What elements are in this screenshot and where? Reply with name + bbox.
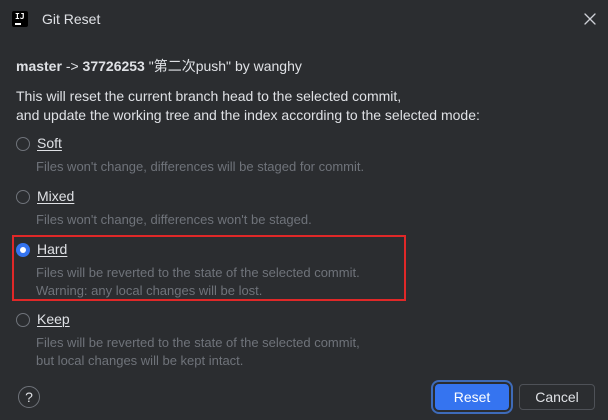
option-soft-hint: Files won't change, differences will be … [36,159,365,174]
radio-hard[interactable] [16,243,30,257]
option-keep-hint-line2: but local changes will be kept intact. [36,353,244,368]
description-line: and update the working tree and the inde… [16,107,480,123]
commit-message: "第二次push" [148,58,232,74]
commit-subject: master -> 37726253 "第二次push" by wanghy [16,56,302,76]
reset-description: This will reset the current branch head … [16,87,480,125]
git-reset-dialog: IJ Git Reset master -> 37726253 "第二次push… [0,0,608,420]
option-keep-hint: Files will be reverted to the state of t… [36,335,360,350]
window-title: Git Reset [42,11,101,27]
option-mixed-hint: Files won't change, differences won't be… [36,212,312,227]
commit-hash: 37726253 [82,58,145,74]
branch-arrow: -> [65,58,79,74]
help-button[interactable]: ? [18,386,40,408]
title-bar: IJ Git Reset [0,0,608,40]
option-hard-label[interactable]: Hard [37,241,67,257]
option-hard-hint: Files will be reverted to the state of t… [36,265,360,280]
option-keep-label[interactable]: Keep [37,311,70,327]
commit-author: by wanghy [234,58,302,74]
option-soft-label[interactable]: Soft [37,135,62,151]
radio-keep[interactable] [16,313,30,327]
radio-mixed[interactable] [16,190,30,204]
cancel-button[interactable]: Cancel [519,384,595,410]
option-mixed-label[interactable]: Mixed [37,188,74,204]
option-hard-warning: Warning: any local changes will be lost. [36,283,263,298]
description-line: This will reset the current branch head … [16,88,402,104]
reset-button[interactable]: Reset [435,384,509,410]
radio-soft[interactable] [16,137,30,151]
branch-name: master [16,58,62,74]
close-icon [584,13,596,25]
close-button[interactable] [580,9,600,29]
jetbrains-ide-icon: IJ [12,11,28,27]
